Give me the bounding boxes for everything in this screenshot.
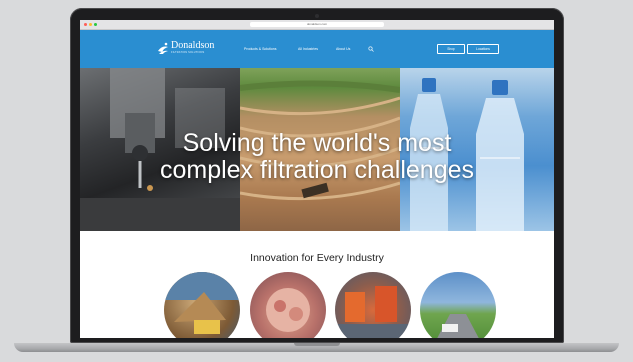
nav-all-industries[interactable]: All Industries xyxy=(298,45,318,53)
industries-heading: Innovation for Every Industry xyxy=(250,252,384,264)
manufacturing-image xyxy=(335,286,411,338)
hero-headline-line-2: complex filtration challenges xyxy=(159,156,475,184)
shop-button[interactable]: Shop xyxy=(437,44,465,54)
industry-card-transportation[interactable] xyxy=(420,272,496,338)
minimize-window-icon[interactable] xyxy=(89,23,92,26)
logo-name: Donaldson xyxy=(171,40,215,51)
locations-button[interactable]: Locations xyxy=(467,44,499,54)
construction-image xyxy=(164,272,240,334)
hero-headline: Solving the world's most complex filtrat… xyxy=(80,130,554,184)
site-header: Donaldson FILTRATION SOLUTIONS Products … xyxy=(80,30,554,68)
laptop-lid: donaldson.com Donaldson FILTRATION SOLUT… xyxy=(70,8,564,343)
camera-icon xyxy=(315,14,319,18)
industry-card-food-beverage[interactable] xyxy=(250,272,326,338)
site-logo[interactable]: Donaldson FILTRATION SOLUTIONS xyxy=(157,40,227,58)
laptop-base xyxy=(14,343,619,352)
hero-headline-line-1: Solving the world's most xyxy=(182,129,452,157)
close-window-icon[interactable] xyxy=(84,23,87,26)
laptop-notch xyxy=(294,343,340,346)
search-icon[interactable] xyxy=(368,46,374,52)
industry-card-manufacturing[interactable] xyxy=(335,272,411,338)
transportation-image xyxy=(437,314,479,338)
address-bar[interactable]: donaldson.com xyxy=(250,22,384,27)
hero-banner: Solving the world's most complex filtrat… xyxy=(80,68,554,231)
donaldson-logo-mark-icon xyxy=(158,42,168,54)
logo-tagline: FILTRATION SOLUTIONS xyxy=(171,51,205,54)
industry-card-construction[interactable] xyxy=(164,272,240,338)
browser-toolbar: donaldson.com xyxy=(80,20,554,30)
laptop-screen: donaldson.com Donaldson FILTRATION SOLUT… xyxy=(80,20,554,338)
maximize-window-icon[interactable] xyxy=(94,23,97,26)
food-image xyxy=(266,288,310,332)
nav-products-solutions[interactable]: Products & Solutions xyxy=(244,45,277,53)
nav-about-us[interactable]: About Us xyxy=(336,45,350,53)
